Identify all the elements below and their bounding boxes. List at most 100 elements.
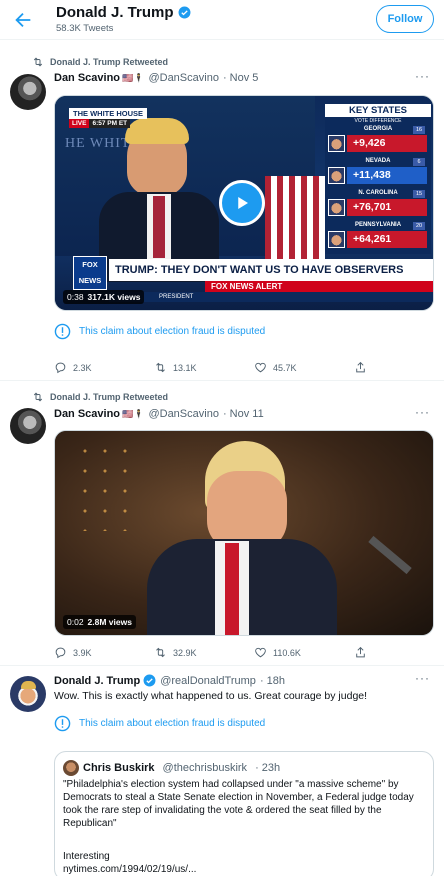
live-label: LIVE 6:57 PM ET — [69, 119, 131, 128]
live-text: LIVE — [69, 119, 90, 128]
claim-notice[interactable]: This claim about election fraud is dispu… — [54, 323, 265, 340]
retweet-context: Donald J. Trump Retweeted — [32, 391, 168, 403]
key-states-title: KEY STATES — [325, 104, 431, 117]
retweet-label: Donald J. Trump Retweeted — [50, 392, 169, 402]
state-diff: +9,426 — [347, 135, 427, 152]
reply-count: 2.3K — [73, 362, 92, 373]
claim-text[interactable]: This claim about election fraud is dispu… — [79, 326, 265, 337]
candidate-photo — [328, 199, 345, 216]
state-ev: 20 — [413, 222, 425, 230]
state-row: GEORGIA 16 +9,426 — [325, 125, 431, 157]
video-badge: 0:02 2.8M views — [63, 615, 136, 629]
tweet-author-row: Dan Scavino 🇺🇸🕴 @DanScavino · Nov 11 — [54, 408, 264, 420]
tweet-author-row: Donald J. Trump @realDonaldTrump · 18h — [54, 674, 285, 687]
video-timestamp: 0:02 — [67, 617, 84, 627]
like-button[interactable]: 45.7K — [254, 361, 354, 374]
retweet-context: Donald J. Trump Retweeted — [32, 56, 168, 68]
quote-date: · 23h — [255, 762, 281, 774]
video-badge: 0:38 317.1K views — [63, 290, 145, 304]
tweet-date[interactable]: · Nov 11 — [223, 408, 264, 420]
video-player[interactable]: HE WHITE HO THE WHITE HOUSE LIVE 6:57 PM… — [54, 95, 434, 311]
retweet-icon — [33, 392, 43, 402]
share-icon — [356, 646, 365, 658]
author-name[interactable]: Dan Scavino — [54, 408, 120, 420]
retweet-count: 32.9K — [173, 647, 197, 658]
author-name[interactable]: Dan Scavino — [54, 72, 120, 84]
video-player[interactable]: 0:02 2.8M views — [54, 430, 434, 636]
author-handle[interactable]: @DanScavino — [148, 72, 218, 84]
retweet-button[interactable]: 32.9K — [154, 646, 254, 659]
quote-text: "Philadelphia's election system had coll… — [63, 779, 414, 829]
state-ev: 15 — [413, 190, 425, 198]
background-lights — [75, 441, 135, 531]
like-button[interactable]: 110.6K — [254, 646, 354, 659]
candidate-photo — [328, 231, 345, 248]
tweet-date[interactable]: · Nov 5 — [223, 72, 258, 84]
claim-notice[interactable]: This claim about election fraud is dispu… — [54, 715, 265, 732]
retweet-icon — [33, 57, 43, 67]
author-emoji: 🇺🇸🕴 — [122, 408, 145, 419]
candidate-photo — [328, 135, 345, 152]
reply-icon — [55, 362, 66, 374]
tweet-actions: 3.9K 32.9K 110.6K — [54, 646, 384, 659]
video-thumbnail — [55, 431, 433, 635]
quote-link[interactable]: nytimes.com/1994/02/19/us/... — [63, 863, 423, 876]
avatar[interactable] — [10, 74, 46, 110]
state-name: GEORGIA — [347, 126, 409, 132]
fox-logo: FOX NEWS — [73, 256, 107, 290]
play-button-icon[interactable] — [219, 180, 265, 226]
states-list: GEORGIA 16 +9,426 NEVADA 6 +11,438 N. CAROLINA… — [325, 125, 431, 253]
state-row: PENNSYLVANIA 20 +64,261 — [325, 221, 431, 253]
author-handle[interactable]: @DanScavino — [148, 408, 218, 420]
video-views: 317.1K views — [87, 292, 141, 302]
profile-header: Donald J. Trump 58.3K Tweets Follow — [0, 0, 444, 40]
back-arrow-icon[interactable] — [12, 9, 34, 31]
tweet[interactable]: Donald J. Trump Retweeted Dan Scavino 🇺🇸… — [0, 41, 444, 381]
retweet-icon — [156, 647, 165, 658]
heart-icon — [255, 647, 266, 658]
heart-icon — [255, 362, 266, 373]
state-ev: 16 — [413, 126, 425, 134]
author-emoji: 🇺🇸🕴 — [122, 72, 145, 83]
vote-diff-label: VOTE DIFFERENCE — [354, 118, 402, 124]
reply-icon — [55, 647, 66, 659]
video-views: 2.8M views — [87, 617, 132, 627]
info-circle-icon — [54, 715, 71, 732]
state-ev: 6 — [413, 158, 425, 166]
author-name[interactable]: Donald J. Trump — [54, 675, 140, 687]
more-options-icon[interactable]: ··· — [415, 405, 430, 419]
like-count: 110.6K — [273, 647, 301, 658]
quote-author-handle: @thechrisbuskirk — [162, 762, 248, 774]
state-diff: +11,438 — [347, 167, 427, 184]
retweet-icon — [156, 362, 165, 373]
quoted-tweet[interactable]: Chris Buskirk @thechrisbuskirk · 23h "Ph… — [54, 751, 434, 876]
tweet-author-row: Dan Scavino 🇺🇸🕴 @DanScavino · Nov 5 — [54, 72, 258, 84]
state-name: N. CAROLINA — [347, 190, 409, 196]
video-timestamp: 0:38 — [67, 292, 84, 302]
tweet-date[interactable]: · 18h — [260, 675, 285, 687]
alert-bar: FOX NEWS ALERT — [205, 281, 433, 292]
state-diff: +76,701 — [347, 199, 427, 216]
author-handle[interactable]: @realDonaldTrump — [160, 675, 256, 687]
more-options-icon[interactable]: ··· — [415, 69, 430, 83]
share-button[interactable] — [354, 646, 384, 659]
retweet-button[interactable]: 13.1K — [154, 361, 254, 374]
play-triangle-icon — [238, 197, 248, 209]
avatar[interactable] — [10, 408, 46, 444]
claim-text[interactable]: This claim about election fraud is dispu… — [79, 718, 265, 729]
share-icon — [356, 361, 365, 373]
state-row: NEVADA 6 +11,438 — [325, 157, 431, 189]
follow-button[interactable]: Follow — [376, 5, 434, 33]
more-options-icon[interactable]: ··· — [415, 671, 430, 685]
avatar[interactable] — [10, 676, 46, 712]
share-button[interactable] — [354, 361, 384, 374]
reply-button[interactable]: 3.9K — [54, 646, 154, 659]
reply-button[interactable]: 2.3K — [54, 361, 154, 374]
tweet[interactable]: Donald J. Trump @realDonaldTrump · 18h ·… — [0, 667, 444, 876]
info-circle-icon — [54, 323, 71, 340]
person-tie — [225, 543, 239, 635]
person-tie — [153, 196, 165, 258]
candidate-photo — [328, 167, 345, 184]
profile-name-text: Donald J. Trump — [56, 4, 174, 21]
tweet[interactable]: Donald J. Trump Retweeted Dan Scavino 🇺🇸… — [0, 382, 444, 666]
